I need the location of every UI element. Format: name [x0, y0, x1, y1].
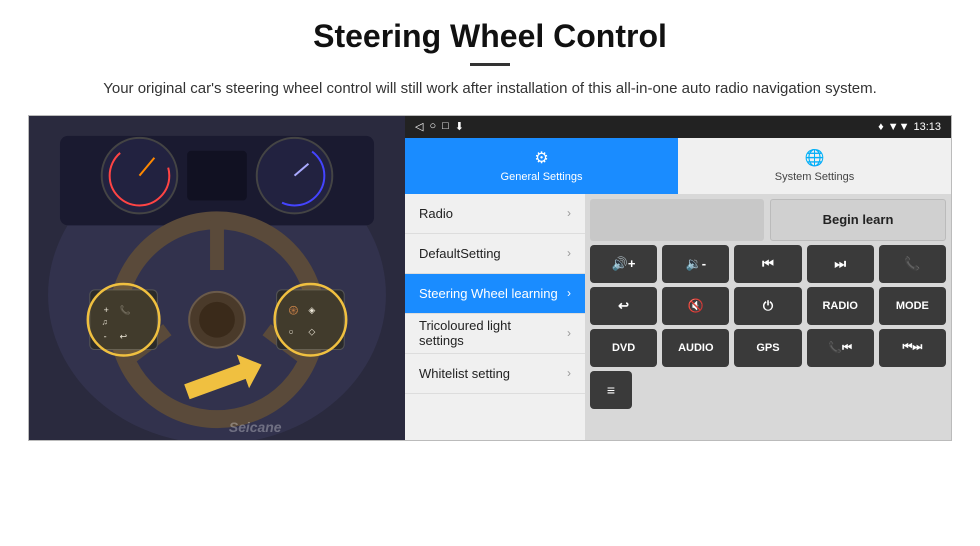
power-button[interactable]: ⏻ [734, 287, 801, 325]
tab-system[interactable]: 🌐 System Settings [678, 138, 951, 194]
chevron-icon: › [567, 366, 571, 380]
main-content: + ♫ - 📞 ↩ 🛞 ◈ ○ ◇ [28, 115, 952, 441]
tab-general[interactable]: ⚙ General Settings [405, 138, 678, 194]
chevron-icon: › [567, 206, 571, 220]
phone-prev-button[interactable]: 📞⏮ [807, 329, 874, 367]
home-nav-icon[interactable]: ○ [429, 120, 436, 133]
control-row-2: ↩ 🔇 ⏻ RADIO MODE [590, 287, 946, 325]
general-settings-icon: ⚙ [534, 148, 548, 168]
settings-tabs: ⚙ General Settings 🌐 System Settings [405, 138, 951, 194]
download-icon: ⬇ [455, 120, 464, 133]
page-container: Steering Wheel Control Your original car… [0, 0, 980, 441]
menu-whitelist-label: Whitelist setting [419, 366, 510, 381]
clock: 13:13 [913, 121, 941, 133]
page-title: Steering Wheel Control [40, 18, 940, 55]
tab-system-label: System Settings [775, 171, 854, 183]
header-section: Steering Wheel Control Your original car… [0, 0, 980, 115]
menu-radio-label: Radio [419, 206, 453, 221]
menu-steering-label: Steering Wheel learning [419, 286, 558, 301]
menu-list: Radio › DefaultSetting › Steering Wheel … [405, 194, 585, 440]
control-row-4: ≡ [590, 371, 946, 409]
svg-text:Seicane: Seicane [229, 419, 282, 435]
call-button[interactable]: ↩ [590, 287, 657, 325]
menu-icon-button[interactable]: ≡ [590, 371, 632, 409]
begin-learn-button[interactable]: Begin learn [770, 199, 946, 241]
chevron-icon: › [567, 326, 571, 340]
phone-button[interactable]: 📞 [879, 245, 946, 283]
next-track-button[interactable]: ⏭ [807, 245, 874, 283]
back-nav-icon[interactable]: ◁ [415, 120, 423, 133]
android-ui: ◁ ○ □ ⬇ ♦ ▼▼ 13:13 ⚙ General Settings [405, 116, 951, 440]
vol-up-button[interactable]: 🔊+ [590, 245, 657, 283]
menu-item-steering-wheel[interactable]: Steering Wheel learning › [405, 274, 585, 314]
tab-general-label: General Settings [501, 171, 583, 183]
status-indicators: ♦ ▼▼ 13:13 [878, 121, 941, 133]
menu-default-label: DefaultSetting [419, 246, 501, 261]
radio-button[interactable]: RADIO [807, 287, 874, 325]
recent-nav-icon[interactable]: □ [442, 120, 449, 133]
gps-icon: ♦ [878, 121, 884, 133]
empty-display [590, 199, 764, 241]
chevron-icon: › [567, 286, 571, 300]
controls-panel: Begin learn 🔊+ 🔉- ⏮ ⏭ 📞 ↩ 🔇 ⏻ [585, 194, 951, 440]
menu-item-tricoloured[interactable]: Tricoloured lightsettings › [405, 314, 585, 354]
control-row-3: DVD AUDIO GPS 📞⏮ ⏮⏭ [590, 329, 946, 367]
control-row-1: 🔊+ 🔉- ⏮ ⏭ 📞 [590, 245, 946, 283]
system-settings-icon: 🌐 [805, 148, 825, 168]
subtitle-text: Your original car's steering wheel contr… [40, 78, 940, 101]
nav-icons: ◁ ○ □ ⬇ [415, 120, 464, 133]
car-image-panel: + ♫ - 📞 ↩ 🛞 ◈ ○ ◇ [29, 116, 405, 440]
menu-item-radio[interactable]: Radio › [405, 194, 585, 234]
gps-button[interactable]: GPS [734, 329, 801, 367]
vol-down-button[interactable]: 🔉- [662, 245, 729, 283]
prev-track-button[interactable]: ⏮ [734, 245, 801, 283]
signal-icon: ▼▼ [888, 121, 910, 133]
mute-button[interactable]: 🔇 [662, 287, 729, 325]
skip-buttons[interactable]: ⏮⏭ [879, 329, 946, 367]
menu-item-default-setting[interactable]: DefaultSetting › [405, 234, 585, 274]
title-divider [470, 63, 510, 66]
audio-button[interactable]: AUDIO [662, 329, 729, 367]
android-body: Radio › DefaultSetting › Steering Wheel … [405, 194, 951, 440]
status-bar: ◁ ○ □ ⬇ ♦ ▼▼ 13:13 [405, 116, 951, 138]
menu-tricoloured-label: Tricoloured lightsettings [419, 318, 511, 348]
chevron-icon: › [567, 246, 571, 260]
begin-learn-row: Begin learn [590, 199, 946, 241]
dvd-button[interactable]: DVD [590, 329, 657, 367]
mode-button[interactable]: MODE [879, 287, 946, 325]
menu-item-whitelist[interactable]: Whitelist setting › [405, 354, 585, 394]
